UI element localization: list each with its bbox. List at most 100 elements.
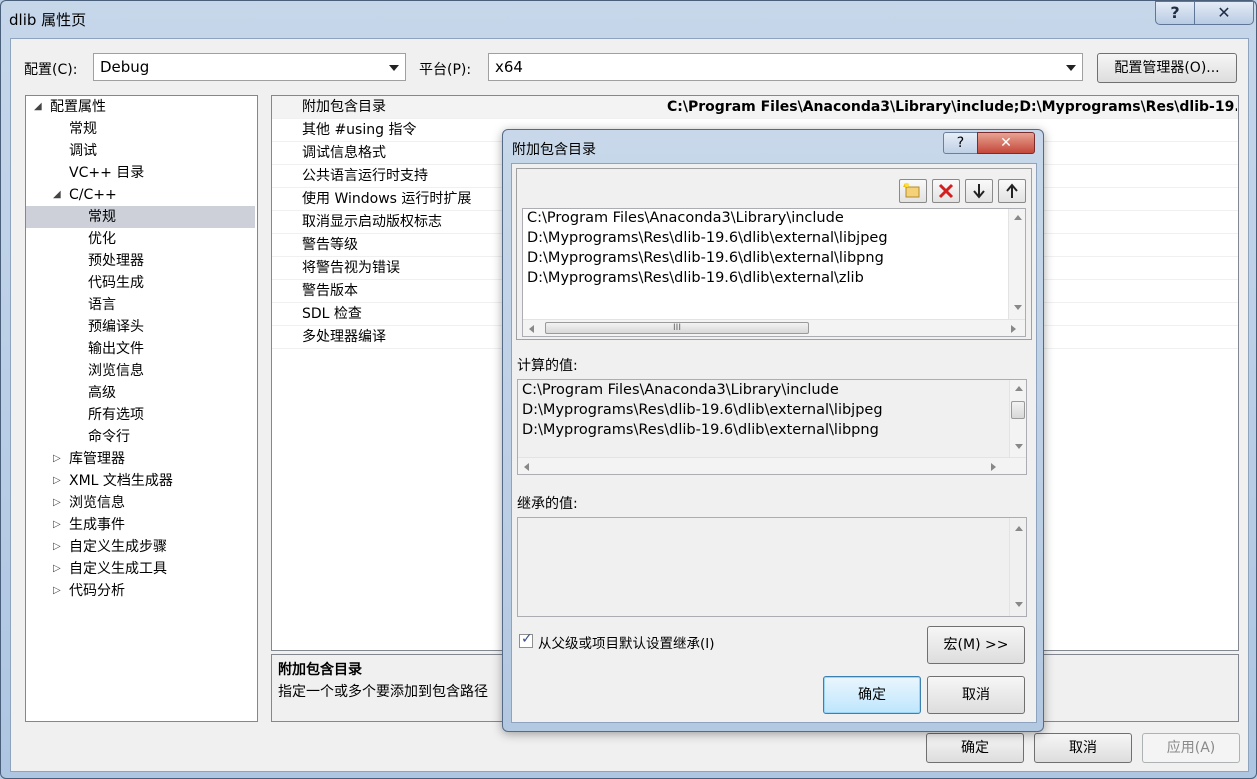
tree-item[interactable]: 语言 (26, 294, 255, 316)
property-value[interactable]: C:\Program Files\Anaconda3\Library\inclu… (667, 96, 1237, 118)
property-name: 警告版本 (302, 283, 358, 299)
entries-listbox[interactable]: C:\Program Files\Anaconda3\Library\inclu… (522, 208, 1026, 337)
scroll-left-icon[interactable] (524, 463, 529, 471)
platform-combo[interactable]: x64 (488, 53, 1083, 81)
inherit-checkbox[interactable]: ✓ (519, 631, 533, 648)
tree-item[interactable]: 浏览信息 (26, 360, 255, 382)
config-combo[interactable]: Debug (93, 53, 406, 81)
scroll-up-icon[interactable] (1015, 386, 1023, 391)
expand-arrow-icon[interactable]: ▷ (53, 580, 61, 602)
tree-item[interactable]: 命令行 (26, 426, 255, 448)
tree-item[interactable]: VC++ 目录 (26, 162, 255, 184)
scroll-down-icon[interactable] (1014, 305, 1022, 310)
tree-item[interactable]: ▷ 自定义生成工具 (26, 558, 255, 580)
dialog-close-button[interactable]: ✕ (977, 132, 1035, 154)
tree-item[interactable]: ◢ C/C++ (26, 184, 255, 206)
scroll-up-icon[interactable] (1014, 215, 1022, 220)
tree-item[interactable]: 预编译头 (26, 316, 255, 338)
entries-vscroll[interactable] (1008, 209, 1025, 320)
evaluated-hscroll[interactable] (518, 457, 1026, 474)
dialog-help-button[interactable]: ? (943, 132, 978, 154)
tree-item[interactable]: ◢ 配置属性 (26, 96, 255, 118)
description-text: 指定一个或多个要添加到包含路径 (278, 684, 488, 700)
tree-item[interactable]: ▷ 代码分析 (26, 580, 255, 602)
hscroll-thumb[interactable]: III (545, 322, 809, 334)
tree-item-label: 生成事件 (69, 517, 125, 533)
expand-arrow-icon[interactable]: ▷ (53, 558, 61, 580)
tree-item-label: XML 文档生成器 (69, 473, 173, 489)
tree-item-label: 代码生成 (88, 275, 144, 291)
scroll-down-icon[interactable] (1015, 602, 1023, 607)
expand-arrow-icon[interactable]: ▷ (53, 514, 61, 536)
config-manager-button[interactable]: 配置管理器(O)... (1097, 53, 1237, 83)
evaluated-vscroll[interactable] (1009, 380, 1026, 458)
platform-value: x64 (495, 58, 523, 76)
vscroll-thumb[interactable] (1011, 401, 1025, 419)
property-name: 其他 #using 指令 (302, 122, 417, 138)
expand-arrow-icon[interactable]: ▷ (53, 536, 61, 558)
tree-item-label: 配置属性 (50, 99, 106, 115)
scroll-down-icon[interactable] (1015, 444, 1023, 449)
tree-item[interactable]: ▷ 生成事件 (26, 514, 255, 536)
tree-item-label: 优化 (88, 231, 116, 247)
expand-arrow-icon[interactable]: ▷ (53, 448, 61, 470)
list-item[interactable]: C:\Program Files\Anaconda3\Library\inclu… (527, 210, 844, 226)
tree-item-label: 所有选项 (88, 407, 144, 423)
expand-arrow-icon[interactable]: ▷ (53, 492, 61, 514)
list-item[interactable]: C:\Program Files\Anaconda3\Library\inclu… (522, 382, 839, 398)
property-name: 使用 Windows 运行时扩展 (302, 191, 472, 207)
expand-arrow-icon[interactable]: ▷ (53, 470, 61, 492)
property-name: 警告等级 (302, 237, 358, 253)
inherited-listbox[interactable] (517, 517, 1027, 617)
tree-item[interactable]: 调试 (26, 140, 255, 162)
collapse-arrow-icon[interactable]: ◢ (34, 96, 42, 118)
move-up-icon[interactable] (998, 179, 1026, 203)
scroll-up-icon[interactable] (1015, 526, 1023, 531)
tree-item-label: 调试 (69, 143, 97, 159)
dialog-ok-button[interactable]: 确定 (823, 676, 921, 714)
tree-item[interactable]: 输出文件 (26, 338, 255, 360)
tree-item[interactable]: 常规 (26, 118, 255, 140)
collapse-arrow-icon[interactable]: ◢ (53, 184, 61, 206)
property-name: 将警告视为错误 (302, 260, 400, 276)
inherited-vscroll[interactable] (1009, 518, 1026, 616)
tree-item-label: 预编译头 (88, 319, 144, 335)
tree-item[interactable]: 常规 (26, 206, 255, 228)
tree-item[interactable]: ▷ 自定义生成步骤 (26, 536, 255, 558)
evaluated-label: 计算的值: (517, 358, 578, 374)
move-down-icon[interactable] (965, 179, 993, 203)
apply-button[interactable]: 应用(A) (1142, 733, 1240, 763)
scroll-right-icon[interactable] (1011, 325, 1016, 333)
ok-button[interactable]: 确定 (926, 733, 1024, 763)
scroll-left-icon[interactable] (529, 325, 534, 333)
list-item[interactable]: D:\Myprograms\Res\dlib-19.6\dlib\externa… (527, 270, 864, 286)
evaluated-listbox[interactable]: C:\Program Files\Anaconda3\Library\inclu… (517, 379, 1027, 475)
tree-item[interactable]: 预处理器 (26, 250, 255, 272)
tree-item[interactable]: ▷ XML 文档生成器 (26, 470, 255, 492)
tree-item-label: 高级 (88, 385, 116, 401)
entries-hscroll[interactable]: III (523, 319, 1025, 336)
scroll-right-icon[interactable] (991, 463, 996, 471)
dialog-cancel-button[interactable]: 取消 (927, 676, 1025, 714)
check-icon: ✓ (521, 631, 533, 647)
tree-item[interactable]: 所有选项 (26, 404, 255, 426)
macro-button[interactable]: 宏(M) >> (927, 626, 1025, 664)
property-row[interactable]: 附加包含目录 C:\Program Files\Anaconda3\Library… (272, 96, 1238, 119)
help-button[interactable]: ? (1155, 1, 1195, 25)
list-item[interactable]: D:\Myprograms\Res\dlib-19.6\dlib\externa… (522, 422, 879, 438)
list-item[interactable]: D:\Myprograms\Res\dlib-19.6\dlib\externa… (522, 402, 883, 418)
delete-icon[interactable] (932, 179, 960, 203)
close-button[interactable]: ✕ (1194, 1, 1254, 25)
list-item[interactable]: D:\Myprograms\Res\dlib-19.6\dlib\externa… (527, 230, 888, 246)
list-item[interactable]: D:\Myprograms\Res\dlib-19.6\dlib\externa… (527, 250, 884, 266)
cancel-button[interactable]: 取消 (1034, 733, 1132, 763)
tree-item[interactable]: ▷ 库管理器 (26, 448, 255, 470)
chevron-down-icon (1066, 65, 1076, 71)
tree-item[interactable]: 高级 (26, 382, 255, 404)
new-line-icon[interactable] (899, 179, 927, 203)
tree-item-label: C/C++ (69, 187, 117, 203)
chevron-down-icon (389, 65, 399, 71)
tree-item[interactable]: ▷ 浏览信息 (26, 492, 255, 514)
tree-item[interactable]: 优化 (26, 228, 255, 250)
tree-item[interactable]: 代码生成 (26, 272, 255, 294)
